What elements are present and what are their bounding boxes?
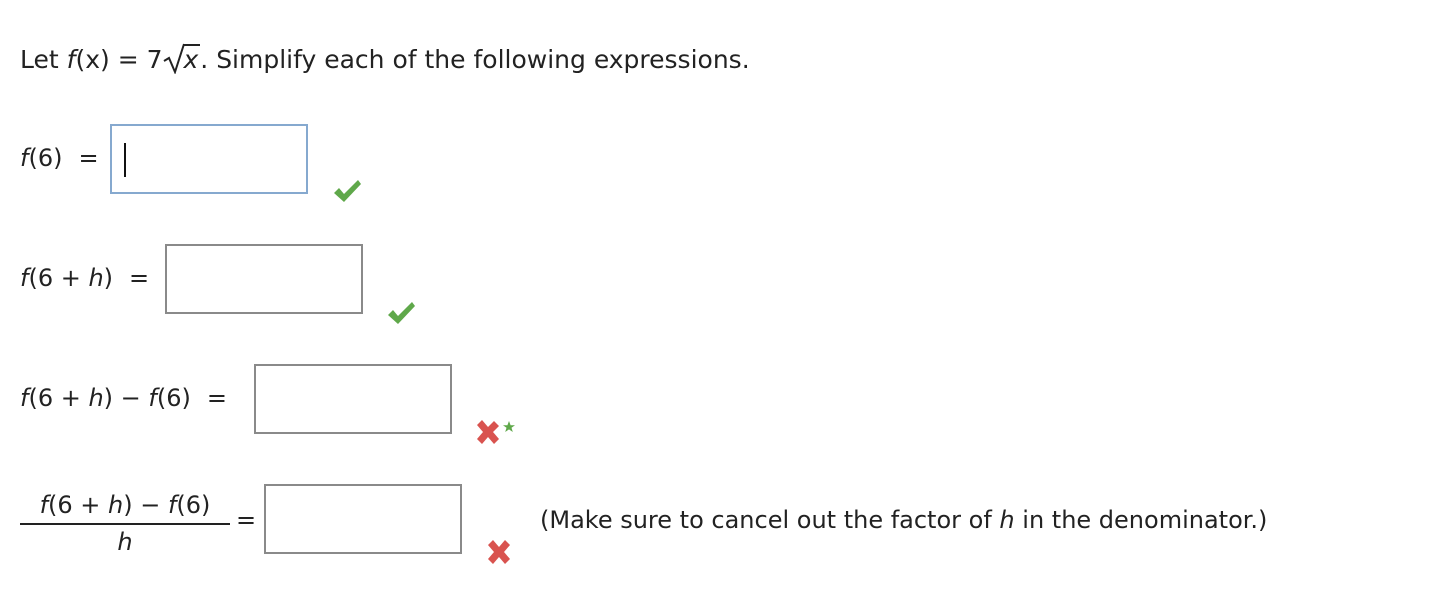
- fraction-denominator: h: [117, 528, 133, 556]
- equals-sign: =: [236, 506, 257, 534]
- note-prefix: (Make sure to cancel out the factor of: [540, 506, 1000, 534]
- label-part: (6 +: [48, 491, 109, 519]
- question-4-equals: =: [236, 502, 256, 538]
- question-2-answer-box[interactable]: [165, 244, 363, 314]
- label-part: f: [148, 384, 157, 412]
- question-1-answer-input[interactable]: [112, 126, 306, 192]
- question-4-answer-input[interactable]: [266, 486, 460, 552]
- question-1-answer-box[interactable]: [110, 124, 308, 194]
- prompt-equals: = 7: [109, 45, 163, 74]
- label-part: (6 +: [28, 384, 89, 412]
- question-2-answer-input[interactable]: [167, 246, 361, 312]
- radicand: x: [182, 44, 201, 74]
- equals-sign: =: [206, 384, 227, 412]
- fraction-numerator: f(6 + h) − f(6): [20, 490, 230, 525]
- question-3-answer-input[interactable]: [256, 366, 450, 432]
- equals-sign: =: [129, 264, 150, 292]
- check-icon: [388, 302, 415, 324]
- label-part: (6 +: [28, 264, 89, 292]
- prompt-prefix: Let: [20, 45, 67, 74]
- question-4-fraction-label: f(6 + h) − f(6) h: [20, 490, 230, 557]
- prompt-suffix: . Simplify each of the following express…: [200, 45, 750, 74]
- question-4-answer-box[interactable]: [264, 484, 462, 554]
- note-variable: h: [999, 506, 1015, 534]
- label-part: (6): [156, 384, 191, 412]
- label-part: f: [39, 491, 49, 519]
- label-part: ): [103, 264, 114, 292]
- cross-star-icon: [477, 420, 515, 444]
- label-part: h: [88, 384, 104, 412]
- prompt-function-arg: (x): [75, 45, 110, 74]
- cross-icon: [488, 540, 510, 564]
- question-1-label: f(6) =: [20, 140, 99, 176]
- label-part: ) −: [103, 384, 149, 412]
- question-3-answer-box[interactable]: [254, 364, 452, 434]
- label-part: h: [88, 264, 104, 292]
- question-2-label: f(6 + h) =: [20, 260, 149, 296]
- problem-prompt: Let f(x) = 7 x. Simplify each of the foll…: [20, 42, 750, 78]
- note-suffix: in the denominator.): [1014, 506, 1268, 534]
- label-part: h: [108, 491, 124, 519]
- label-part: ) −: [123, 491, 168, 519]
- radical-sign-icon: [162, 43, 185, 75]
- check-icon: [334, 180, 361, 202]
- square-root: x: [162, 42, 201, 78]
- text-caret: [124, 143, 126, 177]
- equals-sign: =: [78, 144, 99, 172]
- label-part: (6): [28, 144, 63, 172]
- label-part: (6): [176, 491, 211, 519]
- question-3-label: f(6 + h) − f(6) =: [20, 380, 227, 416]
- cancel-factor-note: (Make sure to cancel out the factor of h…: [540, 502, 1267, 538]
